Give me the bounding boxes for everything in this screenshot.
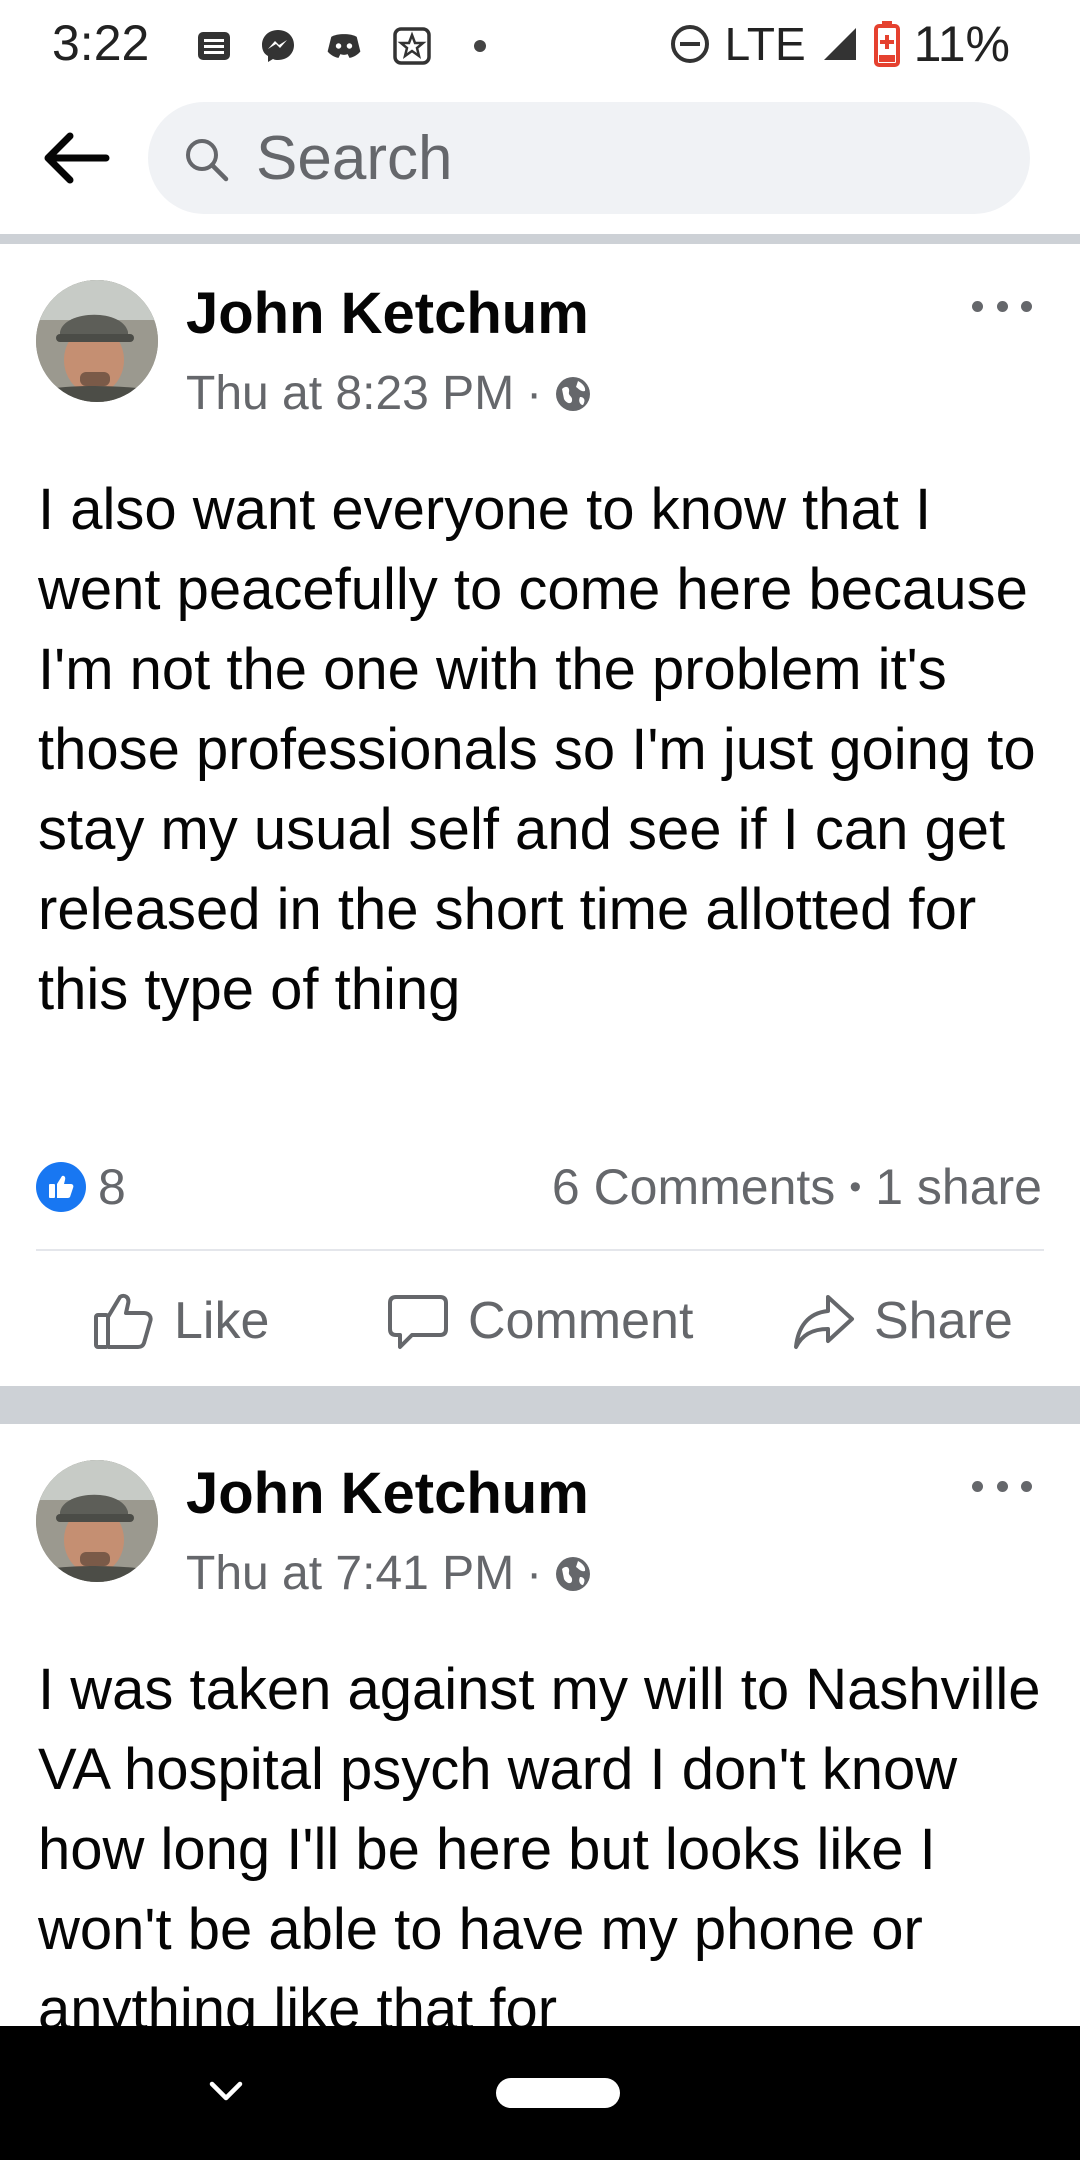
search-header	[0, 90, 1080, 238]
more-icon-dot	[996, 300, 1008, 312]
arrow-left-icon	[44, 132, 110, 184]
more-options-button[interactable]	[972, 294, 1032, 318]
more-icon-dot	[1021, 1480, 1032, 1492]
profile-photo	[36, 280, 158, 402]
meta-separator: ·	[526, 1547, 543, 1600]
reaction-summary[interactable]: 8	[36, 1159, 126, 1215]
more-icon-dot	[996, 1480, 1008, 1492]
chevron-down-icon	[209, 2081, 243, 2101]
thumbs-up-icon	[49, 1175, 74, 1198]
status-bar: 3:22 LTE 11%	[0, 0, 1080, 90]
status-right: LTE 11%	[669, 14, 1010, 74]
more-icon-dot	[972, 1480, 983, 1492]
navigation-bar	[0, 2026, 1080, 2160]
author-name[interactable]: John Ketchum	[186, 280, 589, 347]
share-label: Share	[874, 1292, 1013, 1350]
shares-count[interactable]: 1 share	[875, 1158, 1042, 1216]
thumbs-up-outline-icon	[94, 1293, 153, 1349]
more-options-button[interactable]	[972, 1474, 1032, 1498]
like-reaction-icon	[36, 1162, 86, 1212]
news-icon	[198, 32, 230, 60]
battery-percent: 11%	[913, 16, 1010, 72]
messenger-icon	[262, 30, 294, 62]
more-icon-dot	[1021, 300, 1032, 312]
post-card: John Ketchum Thu at 8:23 PM · I also wan…	[0, 244, 1080, 1386]
status-time: 3:22	[52, 15, 150, 71]
comment-bubble-icon	[388, 1295, 448, 1349]
comment-label: Comment	[468, 1292, 694, 1350]
signal-icon	[823, 28, 856, 60]
header-divider	[0, 234, 1080, 244]
post-text: I also want everyone to know that I went…	[38, 477, 1036, 1022]
globe-icon	[556, 1556, 591, 1591]
dot-icon	[474, 40, 486, 52]
more-icon-dot	[972, 300, 983, 312]
counts-separator: •	[849, 1167, 862, 1206]
search-icon	[186, 139, 229, 182]
like-label: Like	[174, 1292, 270, 1350]
share-arrow-icon	[794, 1295, 854, 1349]
network-type: LTE	[724, 18, 806, 70]
home-pill-button[interactable]	[496, 2078, 620, 2108]
discord-icon	[327, 34, 361, 58]
post-time[interactable]: Thu at 7:41 PM	[186, 1546, 514, 1601]
battery-low-icon	[873, 21, 900, 67]
actions-divider	[36, 1249, 1044, 1251]
comments-count[interactable]: 6 Comments	[552, 1158, 835, 1216]
globe-icon	[556, 376, 591, 411]
profile-photo	[36, 1460, 158, 1582]
comment-button[interactable]: Comment	[386, 1284, 693, 1358]
post-meta: Thu at 8:23 PM ·	[186, 366, 592, 421]
post-meta: Thu at 7:41 PM ·	[186, 1546, 592, 1601]
nav-collapse-button[interactable]	[196, 2062, 256, 2122]
search-bar[interactable]	[148, 102, 1030, 214]
like-button[interactable]: Like	[92, 1284, 269, 1358]
post-card: John Ketchum Thu at 7:41 PM · I was take…	[0, 1424, 1080, 2040]
dnd-icon	[670, 25, 709, 63]
avatar[interactable]	[36, 1460, 158, 1582]
post-actions: Like Comment Share	[0, 1254, 1080, 1384]
author-name[interactable]: John Ketchum	[186, 1460, 589, 1527]
avatar[interactable]	[36, 280, 158, 402]
back-button[interactable]	[36, 118, 116, 198]
star-app-icon	[393, 27, 431, 65]
post-separator	[0, 1386, 1080, 1424]
meta-separator: ·	[526, 367, 543, 420]
post-text: I was taken against my will to Nashville…	[38, 1657, 1041, 2040]
engagement-counts: 6 Comments • 1 share	[552, 1159, 1042, 1215]
share-button[interactable]: Share	[792, 1284, 1013, 1358]
post-time[interactable]: Thu at 8:23 PM	[186, 366, 514, 421]
screen: 3:22 LTE 11% Search John Ketchum Thu at …	[0, 0, 1080, 2160]
search-input[interactable]	[256, 102, 976, 214]
reaction-count: 8	[98, 1159, 126, 1215]
